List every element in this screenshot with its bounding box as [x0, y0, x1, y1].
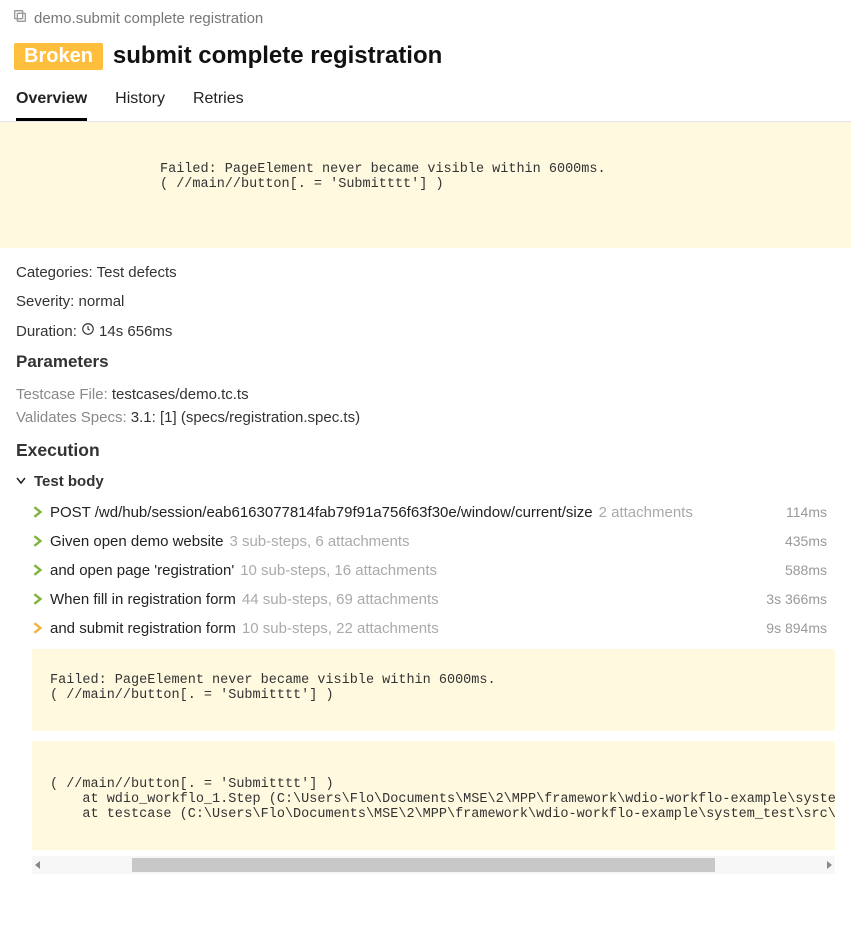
tab-history[interactable]: History — [115, 82, 165, 121]
horizontal-scrollbar[interactable] — [32, 856, 835, 874]
execution-heading: Execution — [16, 440, 835, 461]
duration-label: Duration: — [16, 323, 77, 340]
step-sub: 44 sub-steps, 69 attachments — [242, 591, 439, 608]
trace-output-1: Failed: PageElement never became visible… — [32, 649, 835, 731]
status-badge: Broken — [14, 43, 103, 70]
breadcrumb: demo.submit complete registration — [0, 0, 851, 36]
step-sub: 2 attachments — [599, 504, 693, 521]
step-text: POST /wd/hub/session/eab6163077814fab79f… — [50, 504, 593, 521]
trace-output-2: ( //main//button[. = 'Submitttt'] ) at w… — [32, 741, 835, 850]
chevron-right-icon — [32, 593, 44, 605]
chevron-right-icon — [32, 535, 44, 547]
categories-value: Test defects — [97, 264, 177, 281]
tab-overview[interactable]: Overview — [16, 82, 87, 121]
step-time: 435ms — [785, 533, 835, 549]
param-file-label: Testcase File: — [16, 386, 108, 403]
step-text: Given open demo website — [50, 533, 223, 550]
error-summary: Failed: PageElement never became visible… — [0, 122, 851, 248]
clock-icon — [81, 322, 95, 340]
title-row: Broken submit complete registration — [0, 36, 851, 82]
scrollbar-thumb[interactable] — [132, 858, 715, 872]
param-specs-value: 3.1: [1] (specs/registration.spec.ts) — [131, 409, 360, 426]
param-specs-label: Validates Specs: — [16, 409, 127, 426]
step-row[interactable]: When fill in registration form 44 sub-st… — [32, 585, 835, 614]
tab-retries[interactable]: Retries — [193, 82, 244, 121]
step-row[interactable]: and submit registration form 10 sub-step… — [32, 614, 835, 643]
step-time: 114ms — [786, 504, 835, 520]
step-text: and submit registration form — [50, 620, 236, 637]
step-text: and open page 'registration' — [50, 562, 234, 579]
copy-icon[interactable] — [12, 8, 28, 28]
step-sub: 10 sub-steps, 16 attachments — [240, 562, 437, 579]
tabs: Overview History Retries — [0, 82, 851, 122]
step-row[interactable]: POST /wd/hub/session/eab6163077814fab79f… — [32, 498, 835, 527]
step-sub: 3 sub-steps, 6 attachments — [229, 533, 409, 550]
parameters-heading: Parameters — [16, 352, 835, 372]
severity-label: Severity: — [16, 293, 74, 310]
meta-section: Categories: Test defects Severity: norma… — [0, 248, 851, 890]
step-time: 9s 894ms — [766, 620, 835, 636]
test-body-label: Test body — [34, 473, 104, 490]
step-row[interactable]: and open page 'registration' 10 sub-step… — [32, 556, 835, 585]
step-row[interactable]: Given open demo website 3 sub-steps, 6 a… — [32, 527, 835, 556]
step-time: 588ms — [785, 562, 835, 578]
duration-value: 14s 656ms — [99, 323, 172, 340]
chevron-right-icon — [32, 622, 44, 634]
breadcrumb-text: demo.submit complete registration — [34, 10, 263, 27]
page-title: submit complete registration — [113, 42, 442, 70]
chevron-down-icon — [16, 475, 30, 489]
severity-value: normal — [79, 293, 125, 310]
steps-list: POST /wd/hub/session/eab6163077814fab79f… — [16, 498, 835, 643]
categories-label: Categories: — [16, 264, 93, 281]
chevron-right-icon — [32, 506, 44, 518]
param-file-value: testcases/demo.tc.ts — [112, 386, 249, 403]
step-sub: 10 sub-steps, 22 attachments — [242, 620, 439, 637]
test-body-toggle[interactable]: Test body — [16, 473, 835, 490]
step-time: 3s 366ms — [766, 591, 835, 607]
step-text: When fill in registration form — [50, 591, 236, 608]
chevron-right-icon — [32, 564, 44, 576]
